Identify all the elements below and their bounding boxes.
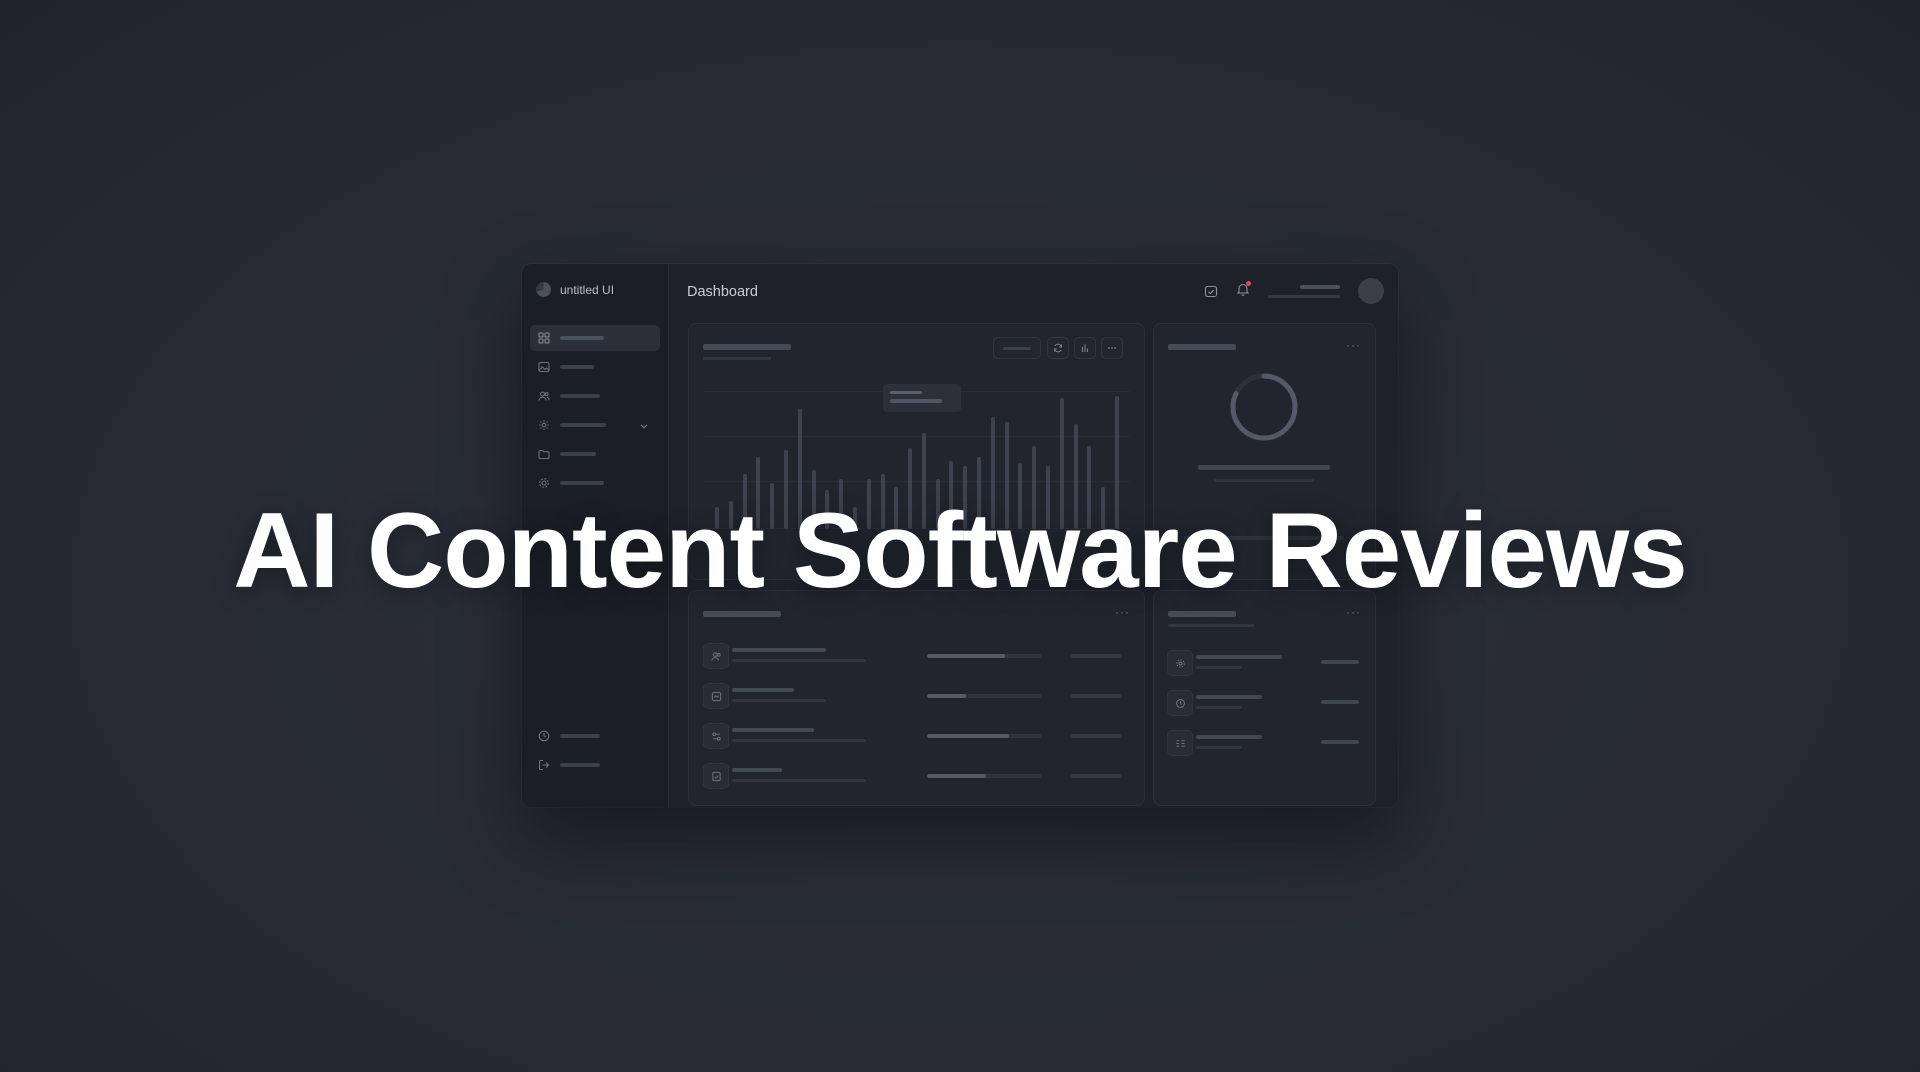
note-icon xyxy=(703,763,729,789)
grid-icon xyxy=(538,332,550,344)
card-subtitle xyxy=(703,357,771,360)
card-title xyxy=(1168,344,1236,350)
activity-card: ··· xyxy=(1153,590,1376,806)
list-item-subtitle xyxy=(732,659,866,662)
sidebar-item-files[interactable] xyxy=(530,441,660,467)
list-rows xyxy=(689,591,1144,805)
list-item-subtitle xyxy=(1196,706,1242,709)
sidebar-item-label xyxy=(560,423,606,427)
progress-fill xyxy=(927,694,966,698)
list-item-value xyxy=(1071,694,1121,698)
card-title xyxy=(703,344,791,350)
sidebar-item-label xyxy=(560,394,600,398)
sidebar-item-users[interactable] xyxy=(530,383,660,409)
settings-icon xyxy=(539,420,549,430)
sidebar-item-label xyxy=(560,734,600,738)
date-range-button[interactable] xyxy=(993,337,1041,359)
list-icon xyxy=(1167,730,1193,756)
folder-icon xyxy=(538,449,550,460)
list-item-subtitle xyxy=(1196,746,1242,749)
user-info[interactable] xyxy=(1268,284,1340,298)
sidebar-item-label xyxy=(560,365,594,369)
users-icon xyxy=(703,643,729,669)
topbar-actions xyxy=(1204,278,1384,304)
notifications[interactable] xyxy=(1236,280,1251,301)
refresh-icon xyxy=(1054,343,1062,353)
brand[interactable]: untitled UI xyxy=(536,282,614,297)
sidebar-item-dashboard[interactable] xyxy=(530,325,660,351)
list-item-value xyxy=(1321,700,1359,704)
list-item-title xyxy=(732,688,794,692)
summary-sublabel xyxy=(1214,479,1314,482)
users-icon xyxy=(538,391,550,401)
list-item-value xyxy=(1321,740,1359,744)
headline: AI Content Software Reviews xyxy=(233,490,1687,610)
bar-chart-icon xyxy=(1081,344,1089,352)
progress-track xyxy=(927,734,1041,738)
list-item-title xyxy=(732,768,782,772)
user-name xyxy=(1300,284,1340,289)
list-item-title xyxy=(732,728,814,732)
calendar-icon[interactable] xyxy=(1204,284,1218,298)
logout-icon xyxy=(538,759,550,771)
chart-box-icon xyxy=(703,683,729,709)
progress-track xyxy=(927,654,1041,658)
list-card: ··· xyxy=(688,590,1145,806)
more-icon[interactable]: ··· xyxy=(1346,338,1361,352)
avatar[interactable] xyxy=(1358,278,1384,304)
list-item-subtitle xyxy=(732,699,826,702)
sidebar-nav xyxy=(530,325,660,499)
chart-type-button[interactable] xyxy=(1074,337,1096,359)
gridline xyxy=(703,481,1130,482)
date-range-label xyxy=(1003,346,1031,350)
sidebar-item-settings[interactable] xyxy=(530,412,660,438)
list-item-value xyxy=(1071,734,1121,738)
refresh-button[interactable] xyxy=(1047,337,1069,359)
more-button[interactable] xyxy=(1101,337,1123,359)
sidebar-item-label xyxy=(560,336,604,340)
chevron-down-icon[interactable] xyxy=(638,420,650,432)
sidebar-item-label xyxy=(560,481,604,485)
brand-name: untitled UI xyxy=(560,282,615,297)
sidebar-item-logout[interactable] xyxy=(530,752,660,778)
list-item-subtitle xyxy=(1196,666,1242,669)
list-item-title xyxy=(1196,735,1262,739)
tooltip-label xyxy=(890,391,922,394)
clock-icon xyxy=(538,730,550,742)
sidebar-item-history[interactable] xyxy=(530,723,660,749)
gear-icon xyxy=(1167,650,1193,676)
page-title: Dashboard xyxy=(687,284,758,300)
card-subtitle xyxy=(1168,624,1254,627)
progress-fill xyxy=(927,734,1010,738)
image-icon xyxy=(538,361,550,373)
progress-fill xyxy=(927,654,1005,658)
donut-chart xyxy=(1230,373,1298,441)
list-item-subtitle xyxy=(732,779,866,782)
progress-track xyxy=(927,694,1041,698)
list-item-title xyxy=(1196,695,1262,699)
more-icon xyxy=(1108,347,1116,349)
sliders-icon xyxy=(703,723,729,749)
list-item-value xyxy=(1071,774,1121,778)
sidebar-bottom xyxy=(530,723,660,781)
sidebar-item-media[interactable] xyxy=(530,354,660,380)
list-item-value xyxy=(1071,654,1121,658)
logo-icon xyxy=(536,282,551,297)
timer-icon xyxy=(1167,690,1193,716)
user-email xyxy=(1268,294,1340,298)
list-item-value xyxy=(1321,660,1359,664)
gridline xyxy=(703,436,1130,437)
sidebar-item-label xyxy=(560,763,600,767)
progress-fill xyxy=(927,774,987,778)
list-item-title xyxy=(732,648,826,652)
notification-badge xyxy=(1246,280,1251,286)
list-item-subtitle xyxy=(732,739,866,742)
sidebar-item-label xyxy=(560,452,596,456)
progress-track xyxy=(927,774,1041,778)
tooltip-value xyxy=(890,399,942,403)
chart-tooltip xyxy=(883,384,961,412)
list-item-title xyxy=(1196,655,1282,659)
summary-label xyxy=(1198,465,1330,470)
